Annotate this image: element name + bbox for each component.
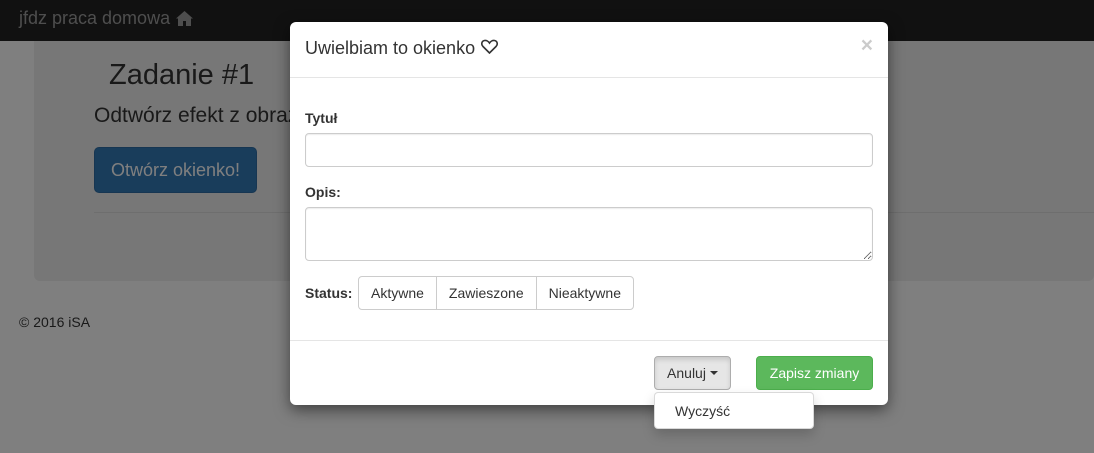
modal-title-text: Uwielbiam to okienko <box>305 38 476 58</box>
status-button-group: Aktywne Zawieszone Nieaktywne <box>358 276 634 310</box>
save-changes-button[interactable]: Zapisz zmiany <box>756 356 873 390</box>
modal-header: Uwielbiam to okienko × <box>290 22 888 78</box>
close-icon[interactable]: × <box>861 35 873 56</box>
description-textarea[interactable] <box>305 207 873 261</box>
modal-dialog: Uwielbiam to okienko × Tytuł Opis: Statu… <box>290 22 888 405</box>
title-field-label: Tytuł <box>305 110 338 126</box>
title-input[interactable] <box>305 133 873 167</box>
dropdown-item-clear[interactable]: Wyczyść <box>675 403 730 419</box>
cancel-dropdown-menu: Wyczyść <box>654 392 814 429</box>
status-active-button[interactable]: Aktywne <box>358 276 437 310</box>
status-inactive-button[interactable]: Nieaktywne <box>535 276 634 310</box>
modal-footer-divider <box>290 340 888 341</box>
status-suspended-button[interactable]: Zawieszone <box>435 276 537 310</box>
cancel-dropdown-button[interactable]: Anuluj <box>654 356 731 390</box>
heart-icon <box>481 38 499 59</box>
status-label: Status: <box>305 285 353 301</box>
cancel-button-label: Anuluj <box>667 365 706 381</box>
caret-down-icon <box>709 371 718 375</box>
modal-title: Uwielbiam to okienko <box>305 38 499 59</box>
description-field-label: Opis: <box>305 184 341 200</box>
